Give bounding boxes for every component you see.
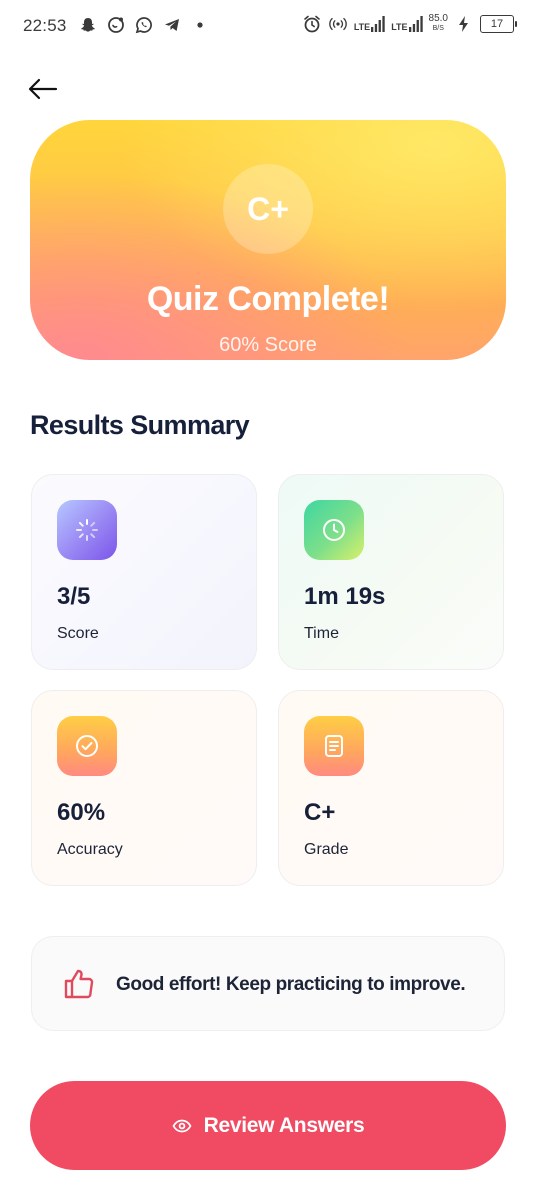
thumbs-up-icon — [64, 969, 94, 999]
check-circle-icon — [57, 716, 117, 776]
notification-icons — [78, 15, 210, 35]
system-icons: LTE LTE 85.0 B/S 17 — [302, 13, 517, 34]
hero-subtitle: 60% Score — [219, 334, 317, 356]
time-value: 1m 19s — [304, 583, 386, 610]
signal-icon: LTE — [391, 16, 423, 32]
review-answers-label: Review Answers — [203, 1113, 365, 1137]
time-card: 1m 19s Time — [278, 474, 504, 670]
accuracy-label: Accuracy — [57, 841, 123, 858]
battery-icon: 17 — [480, 15, 517, 33]
quiz-result-banner: C+ Quiz Complete! 60% Score — [30, 120, 506, 360]
hero-title: Quiz Complete! — [146, 280, 390, 318]
grade-badge: C+ — [223, 164, 313, 254]
grade-card: C+ Grade — [278, 690, 504, 886]
feedback-banner: Good effort! Keep practicing to improve. — [31, 936, 505, 1031]
bubble-icon — [106, 15, 126, 35]
whatsapp-icon — [134, 15, 154, 35]
status-time: 22:53 — [23, 16, 67, 35]
back-button[interactable] — [26, 72, 60, 106]
document-icon — [304, 716, 364, 776]
score-value: 3/5 — [57, 583, 91, 610]
accuracy-value: 60% — [57, 799, 106, 826]
clock-icon — [304, 500, 364, 560]
network-speed: 85.0 B/S — [428, 13, 448, 33]
grade-label: Grade — [304, 841, 349, 858]
time-label: Time — [304, 625, 339, 642]
feedback-message: Good effort! Keep practicing to improve. — [116, 974, 466, 995]
telegram-icon — [162, 15, 182, 35]
grade-value: C+ — [304, 799, 336, 826]
signal-icon: LTE — [354, 16, 385, 32]
accuracy-card: 60% Accuracy — [31, 690, 257, 886]
score-card: 3/5 Score — [31, 474, 257, 670]
alarm-icon — [302, 14, 322, 34]
review-answers-button[interactable]: Review Answers — [30, 1081, 506, 1170]
score-label: Score — [57, 625, 99, 642]
section-title: Results Summary — [30, 410, 250, 440]
snapchat-icon — [78, 15, 98, 35]
eye-icon — [172, 1119, 192, 1132]
status-bar: 22:53 LTE LTE 85.0 B/S 17 — [0, 0, 536, 54]
charging-icon — [454, 14, 474, 34]
arrow-left-icon — [28, 78, 58, 100]
dot-icon — [190, 15, 210, 35]
hotspot-icon — [328, 14, 348, 34]
loader-icon — [57, 500, 117, 560]
